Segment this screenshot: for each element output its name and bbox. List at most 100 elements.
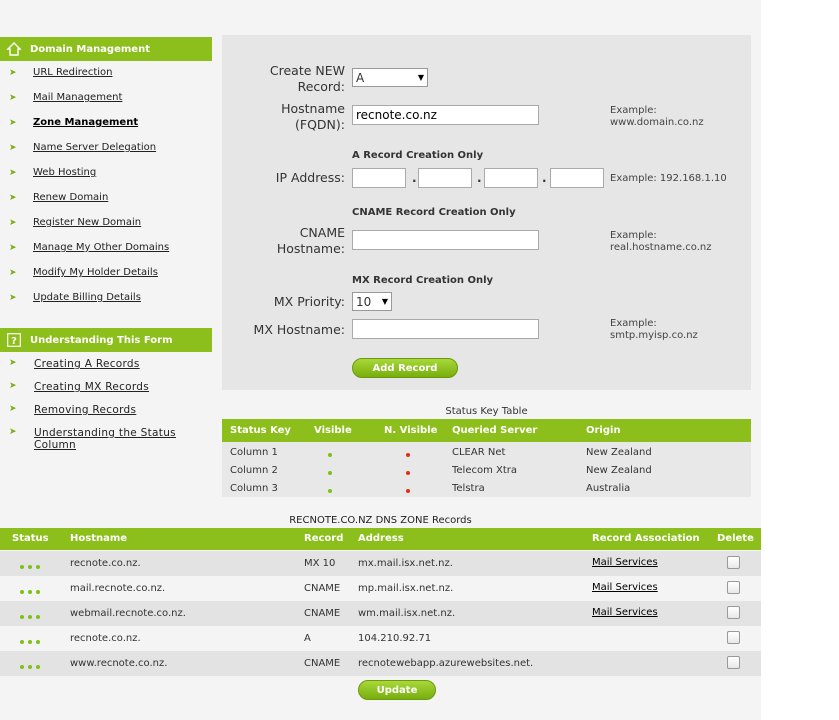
status-dots: [20, 636, 44, 647]
hostname-input[interactable]: [352, 105, 539, 125]
help-item-label[interactable]: Creating A Records: [34, 358, 184, 370]
ip-address-label: IP Address:: [275, 170, 345, 185]
nav-item-manage-other-domains[interactable]: ➤ Manage My Other Domains: [0, 235, 212, 260]
table-row: mail.recnote.co.nz. CNAME mp.mail.isx.ne…: [0, 576, 761, 601]
mx-hostname-input[interactable]: [352, 319, 539, 339]
ip-separator: .: [542, 171, 547, 185]
nav-item-web-hosting[interactable]: ➤ Web Hosting: [0, 160, 212, 185]
ip-octet-3-input[interactable]: [484, 168, 538, 188]
help-item-label[interactable]: Creating MX Records: [34, 381, 184, 393]
help-links: ➤ Creating A Records ➤ Creating MX Records…: [0, 358, 212, 462]
ip-octet-4-input[interactable]: [550, 168, 604, 188]
update-button[interactable]: Update: [358, 680, 436, 700]
help-item-removing-records[interactable]: ➤ Removing Records: [0, 404, 212, 416]
table-row: recnote.co.nz. MX 10 mx.mail.isx.net.nz.…: [0, 551, 761, 576]
visible-dot: [328, 485, 332, 496]
header-hostname: Hostname: [70, 533, 128, 544]
nav-item-url-redirection[interactable]: ➤ URL Redirection: [0, 60, 212, 85]
arrow-icon: ➤: [9, 292, 17, 303]
record-type-select[interactable]: A ▼: [352, 68, 428, 87]
table-row: recnote.co.nz. A 104.210.92.71: [0, 626, 761, 651]
arrow-icon: ➤: [9, 92, 17, 103]
mx-priority-label: MX Priority:: [273, 294, 345, 309]
hostname-label: Hostname (FQDN):: [281, 101, 345, 132]
arrow-icon: ➤: [9, 381, 17, 391]
status-key-header: Status Key Visible N. Visible Queried Se…: [222, 419, 751, 442]
arrow-icon: ➤: [9, 217, 17, 228]
help-item-creating-a-records[interactable]: ➤ Creating A Records: [0, 358, 212, 370]
understanding-form-title: Understanding This Form: [30, 334, 173, 346]
delete-checkbox[interactable]: [727, 581, 740, 594]
status-key-cell: Column 3: [230, 483, 278, 494]
help-item-label[interactable]: Removing Records: [34, 404, 184, 416]
help-item-label[interactable]: Understanding the Status Column: [34, 427, 184, 451]
arrow-icon: ➤: [9, 427, 17, 437]
arrow-icon: ➤: [9, 404, 17, 414]
header-record-association: Record Association: [592, 533, 700, 544]
nav-item-zone-management[interactable]: ➤ Zone Management: [0, 110, 212, 135]
cname-hostname-input[interactable]: [352, 230, 539, 250]
status-key-body: Column 1 CLEAR Net New Zealand Column 2 …: [222, 442, 751, 497]
nav-item-label[interactable]: Name Server Delegation: [33, 142, 156, 153]
ip-octet-2-input[interactable]: [418, 168, 472, 188]
nav-item-mail-management[interactable]: ➤ Mail Management: [0, 85, 212, 110]
header-address: Address: [358, 533, 404, 544]
delete-checkbox[interactable]: [727, 656, 740, 669]
create-record-panel: Create NEW Record: A ▼ Hostname (FQDN): …: [222, 35, 751, 390]
address-cell: 104.210.92.71: [358, 633, 432, 644]
arrow-icon: ➤: [9, 167, 17, 178]
hostname-cell: recnote.co.nz.: [70, 633, 141, 644]
header-visible: Visible: [314, 425, 352, 436]
mail-services-link[interactable]: Mail Services: [592, 582, 658, 593]
address-cell: mp.mail.isx.net.nz.: [358, 583, 454, 594]
help-item-creating-mx-records[interactable]: ➤ Creating MX Records: [0, 381, 212, 393]
address-cell: recnotewebapp.azurewebsites.net.: [358, 658, 534, 669]
origin-cell: New Zealand: [586, 447, 652, 458]
arrow-icon: ➤: [9, 67, 17, 78]
header-status: Status: [12, 533, 49, 544]
delete-checkbox[interactable]: [727, 556, 740, 569]
hostname-cell: recnote.co.nz.: [70, 558, 141, 569]
record-cell: A: [304, 633, 311, 644]
arrow-icon: ➤: [9, 142, 17, 153]
help-item-understanding-status[interactable]: ➤ Understanding the Status Column: [0, 427, 212, 451]
nav-item-label[interactable]: Web Hosting: [33, 167, 96, 178]
domain-nav: ➤ URL Redirection ➤ Mail Management ➤ Zone …: [0, 60, 212, 310]
nav-item-label[interactable]: Renew Domain: [33, 192, 108, 203]
nav-item-label[interactable]: Mail Management: [33, 92, 122, 103]
status-key-title: Status Key Table: [445, 406, 528, 417]
hostname-cell: webmail.recnote.co.nz.: [70, 608, 186, 619]
mx-priority-value: 10: [356, 294, 372, 309]
mail-services-link[interactable]: Mail Services: [592, 607, 658, 618]
server-cell: Telecom Xtra: [452, 465, 518, 476]
ip-example: Example: 192.168.1.10: [610, 173, 727, 184]
nav-item-label[interactable]: Register New Domain: [33, 217, 141, 228]
hostname-cell: mail.recnote.co.nz.: [70, 583, 166, 594]
nav-item-label[interactable]: Manage My Other Domains: [33, 242, 169, 253]
visible-dot: [328, 449, 332, 460]
hostname-example: Example: www.domain.co.nz: [610, 105, 704, 128]
nav-item-label[interactable]: Modify My Holder Details: [33, 267, 158, 278]
nav-item-update-billing-details[interactable]: ➤ Update Billing Details: [0, 285, 212, 310]
add-record-button[interactable]: Add Record: [352, 358, 458, 378]
mail-services-link[interactable]: Mail Services: [592, 557, 658, 568]
nav-item-renew-domain[interactable]: ➤ Renew Domain: [0, 185, 212, 210]
delete-checkbox[interactable]: [727, 606, 740, 619]
chevron-down-icon: ▼: [381, 297, 388, 306]
nav-item-register-new-domain[interactable]: ➤ Register New Domain: [0, 210, 212, 235]
nav-item-label[interactable]: URL Redirection: [33, 67, 113, 78]
nav-item-label[interactable]: Update Billing Details: [33, 292, 141, 303]
record-cell: CNAME: [304, 658, 341, 669]
nav-item-modify-holder-details[interactable]: ➤ Modify My Holder Details: [0, 260, 212, 285]
nav-item-name-server-delegation[interactable]: ➤ Name Server Delegation: [0, 135, 212, 160]
chevron-down-icon: ▼: [417, 73, 424, 82]
mx-priority-select[interactable]: 10 ▼: [352, 292, 392, 311]
a-record-section-title: A Record Creation Only: [352, 150, 484, 161]
arrow-icon: ➤: [9, 242, 17, 253]
zone-records-header: Status Hostname Record Address Record As…: [0, 528, 761, 550]
cname-hostname-label: CNAME Hostname:: [276, 225, 345, 256]
nav-item-label[interactable]: Zone Management: [33, 117, 138, 128]
mx-section-title: MX Record Creation Only: [352, 275, 494, 286]
delete-checkbox[interactable]: [727, 631, 740, 644]
ip-octet-1-input[interactable]: [352, 168, 406, 188]
